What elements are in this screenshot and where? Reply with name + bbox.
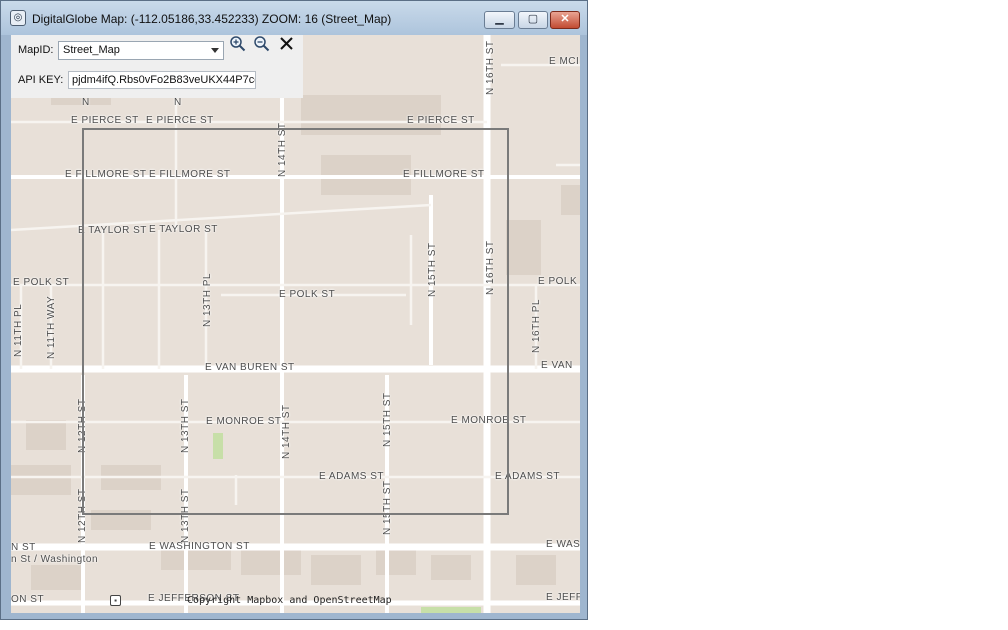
map-label: N 16TH ST: [485, 40, 496, 95]
transit-icon: ▪: [110, 595, 121, 606]
map-label: E PIERCE ST: [146, 115, 214, 126]
map-label: ON ST: [11, 594, 45, 605]
maximize-button[interactable]: ▢: [518, 11, 548, 29]
mapid-select-value: Street_Map: [63, 44, 120, 56]
map-label: N ST: [11, 542, 36, 553]
map-label: n St / Washington: [11, 554, 99, 565]
title-bar[interactable]: ◎ DigitalGlobe Map: (-112.05186,33.45223…: [1, 1, 587, 35]
map-control-panel: MapID: Street_Map API KEY: pjdm4ifQ.Rbs0…: [11, 35, 303, 98]
app-icon: ◎: [10, 10, 26, 26]
close-window-button[interactable]: ✕: [550, 11, 580, 29]
minimize-button[interactable]: ▁: [484, 11, 515, 29]
map-label: N 11TH PL: [13, 303, 24, 357]
close-icon[interactable]: [278, 35, 296, 53]
map-window: ◎ DigitalGlobe Map: (-112.05186,33.45223…: [0, 0, 588, 620]
apikey-label: API KEY:: [18, 74, 64, 86]
window-title: DigitalGlobe Map: (-112.05186,33.452233)…: [32, 12, 392, 26]
map-copyright: Copyright Mapbox and OpenStreetMap: [187, 595, 392, 606]
map-label: E MCI: [549, 56, 580, 67]
map-label: E POLK ST: [13, 277, 70, 288]
map-label: E JEFFE: [546, 592, 580, 603]
map-view[interactable]: E PIERCE ST E PIERCE ST E PIERCE ST E FI…: [11, 35, 580, 613]
map-label: E PIERCE ST: [71, 115, 139, 126]
zoom-in-icon[interactable]: [229, 35, 247, 53]
chevron-down-icon: [211, 48, 219, 53]
mapid-select[interactable]: Street_Map: [58, 41, 224, 60]
map-label: E WASHINGTON ST: [149, 541, 250, 552]
zoom-out-icon[interactable]: [253, 35, 271, 53]
selection-rectangle[interactable]: [82, 128, 509, 515]
map-label: N 11TH WAY: [46, 295, 57, 359]
map-label: N: [82, 97, 90, 108]
map-label: N 16TH PL: [531, 299, 542, 353]
map-label: N: [174, 97, 182, 108]
map-label: E PIERCE ST: [407, 115, 475, 126]
mapid-label: MapID:: [18, 44, 54, 56]
map-label: E VAN: [541, 360, 573, 371]
map-label: E POLK: [538, 276, 578, 287]
apikey-input[interactable]: pjdm4ifQ.Rbs0vFo2B83veUKX44P7cg: [68, 71, 256, 89]
map-label: E WAS: [546, 539, 580, 550]
